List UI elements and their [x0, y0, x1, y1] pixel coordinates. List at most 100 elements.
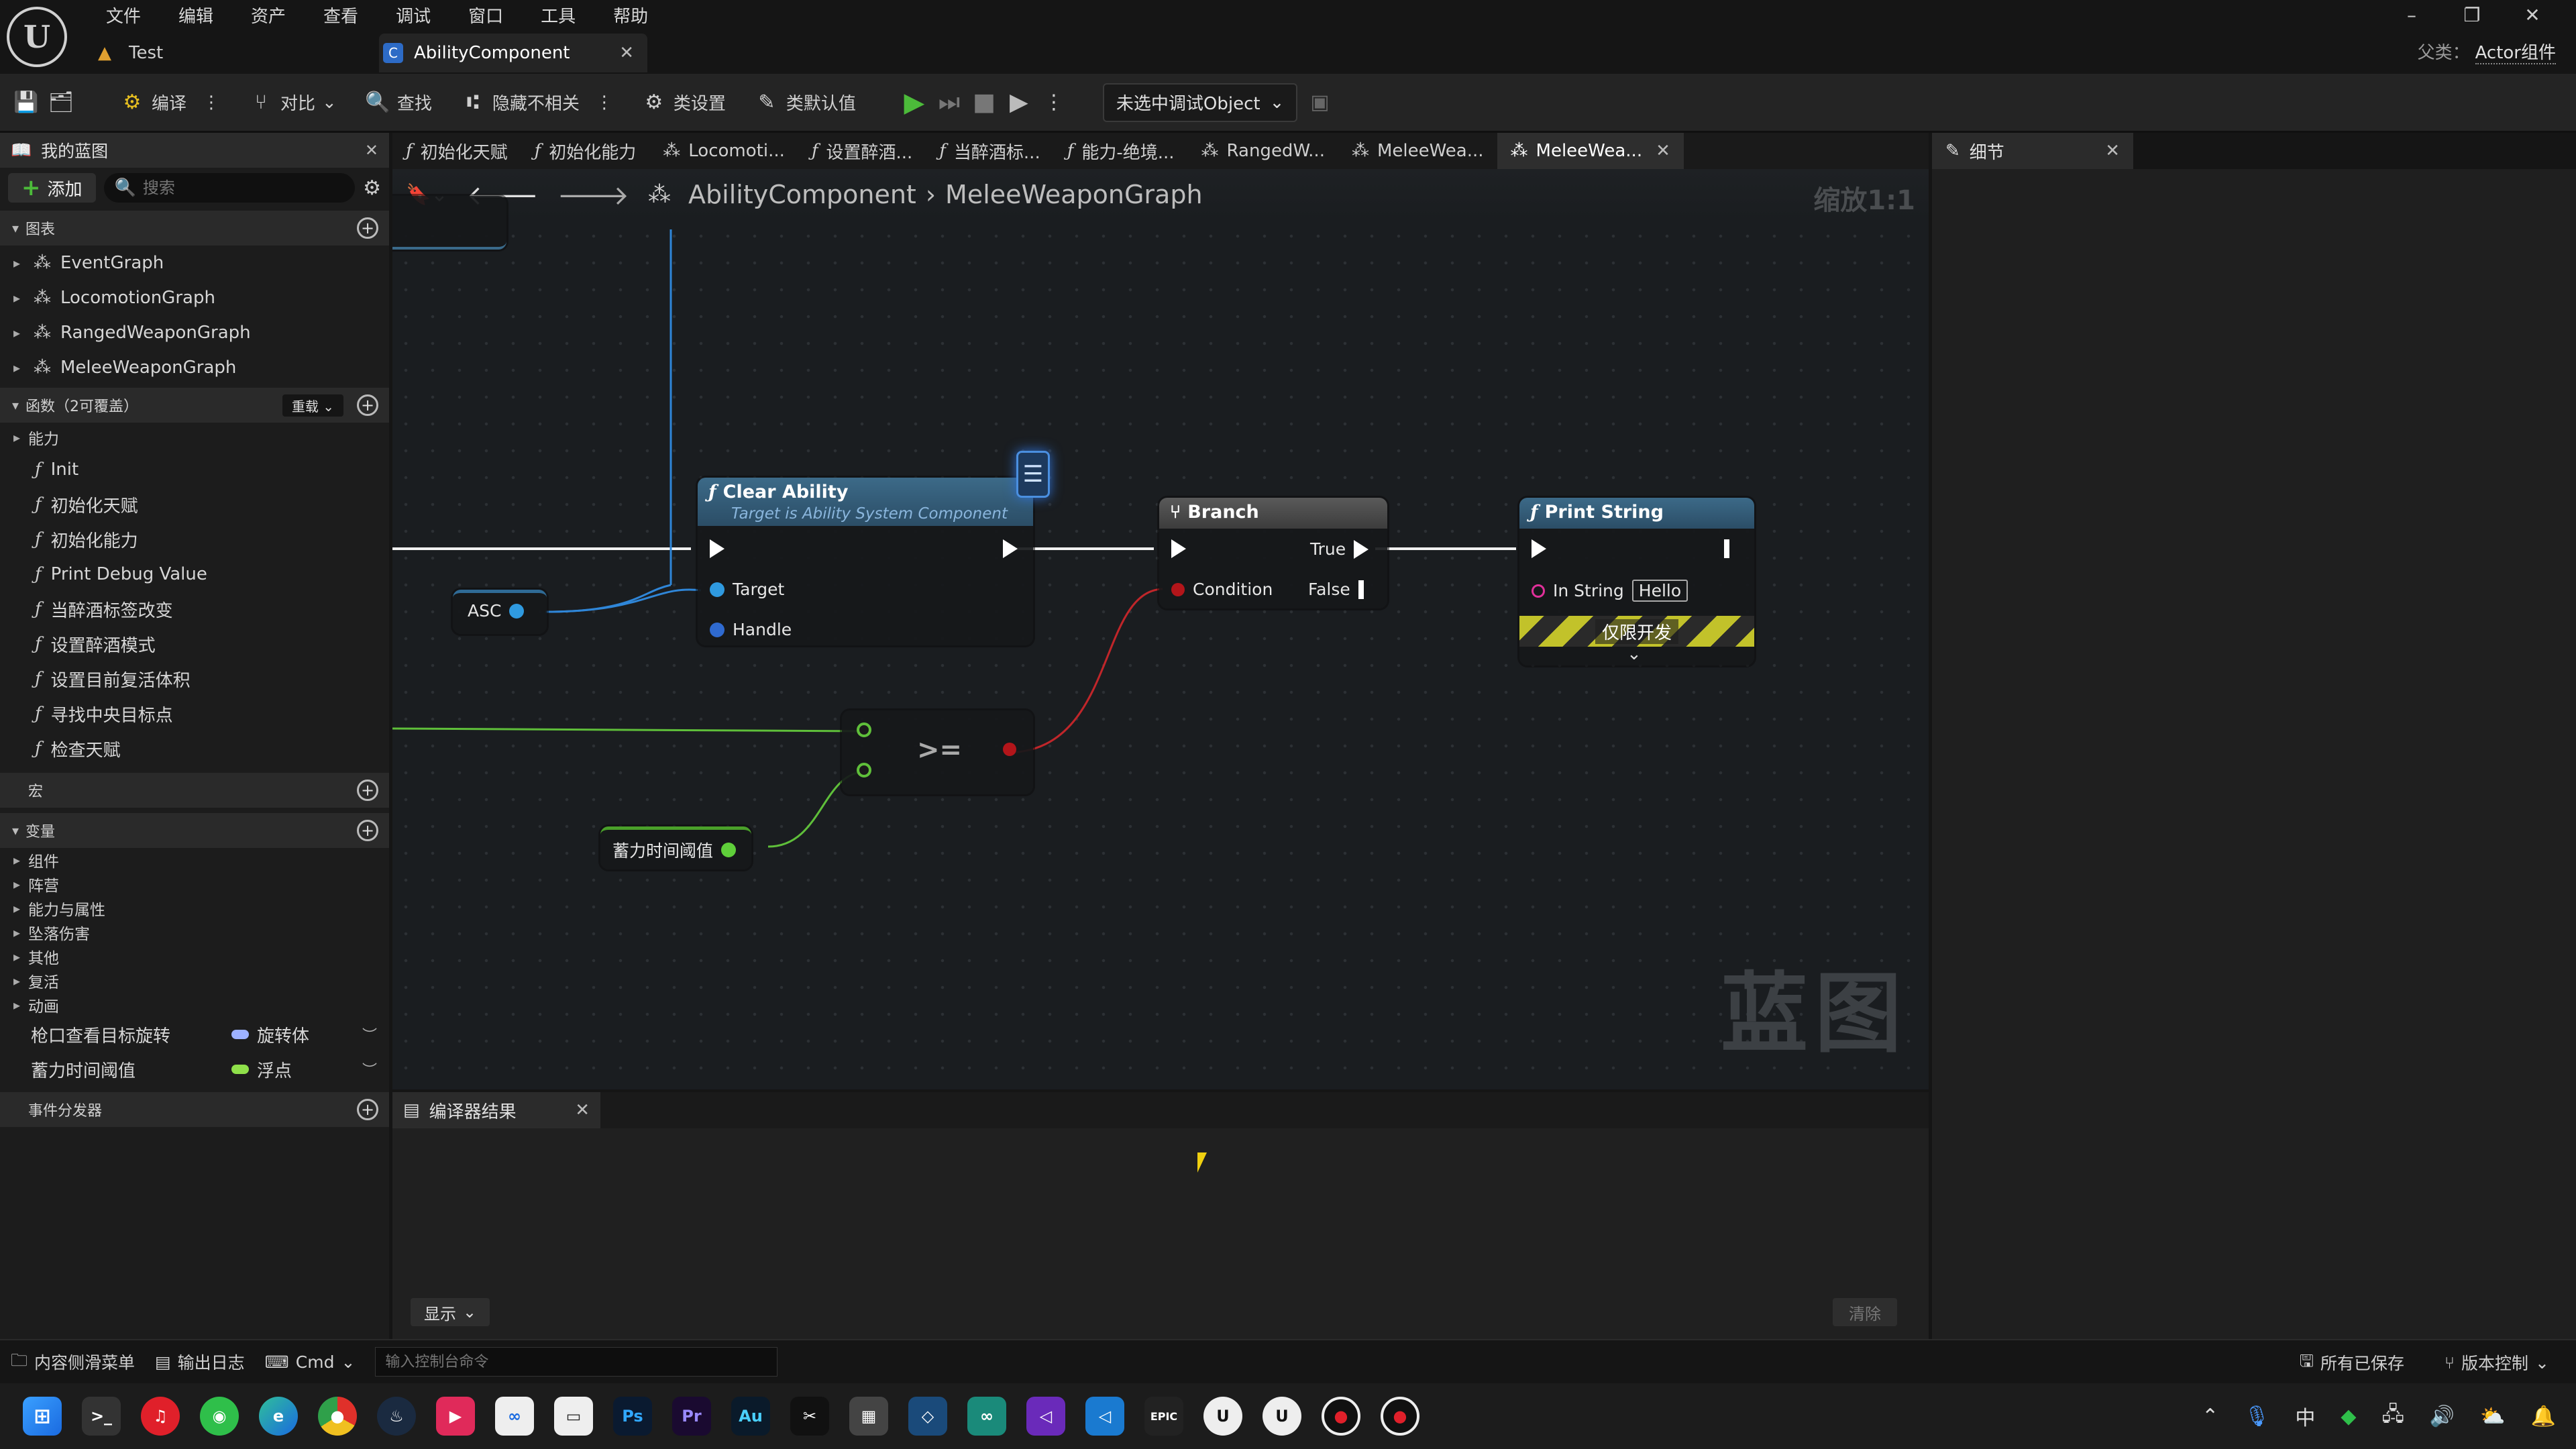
add-function-icon[interactable]: + [357, 394, 378, 416]
search-box[interactable]: 🔍 [103, 173, 356, 203]
variable-item[interactable]: 枪口查看目标旋转 旋转体 ︶ [0, 1017, 389, 1052]
eye-closed-icon[interactable]: ︶ [362, 1059, 377, 1080]
graph-tab[interactable]: ƒ 能力-绝境... [1054, 133, 1188, 169]
all-saved-button[interactable]: 🖫 所有已保存 [2300, 1348, 2404, 1377]
stop-icon[interactable]: ■ [971, 89, 997, 116]
forward-arrow-icon[interactable]: 🡒 [557, 178, 629, 211]
notification-icon[interactable]: 🔔 [2531, 1405, 2556, 1428]
terminal-icon[interactable]: >_ [82, 1397, 121, 1436]
chrome-icon[interactable]: ● [318, 1397, 357, 1436]
audition-icon[interactable]: Au [731, 1397, 770, 1436]
float-pin[interactable] [721, 843, 737, 857]
function-item[interactable]: ƒ 当醉酒标签改变 [0, 592, 389, 627]
steam-icon[interactable]: ♨ [377, 1397, 416, 1436]
class-settings-button[interactable]: ⚙ 类设置 [632, 83, 735, 123]
visual-studio-icon[interactable]: ◁ [1026, 1397, 1065, 1436]
graph-item-melee-weapon[interactable]: ▸ ⁂ MeleeWeaponGraph [0, 350, 389, 385]
graphs-section-header[interactable]: ▾ 图表 + [0, 211, 389, 246]
bool-out-pin[interactable] [1003, 743, 1016, 756]
graph-item-eventgraph[interactable]: ▸ ⁂ EventGraph [0, 246, 389, 280]
meta-icon[interactable]: ∞ [495, 1397, 534, 1436]
content-drawer-button[interactable]: 🗀 内容侧滑菜单 [11, 1348, 135, 1377]
app-blue-icon[interactable]: ◇ [908, 1397, 947, 1436]
function-item[interactable]: ƒ 设置醉酒模式 [0, 627, 389, 661]
variable-category[interactable]: ▸ 动画 [0, 993, 389, 1017]
greater-equal-node[interactable]: >= [842, 710, 1033, 794]
function-item[interactable]: ƒ Init [0, 452, 389, 487]
variable-category[interactable]: ▸ 其他 [0, 945, 389, 969]
menu-asset[interactable]: 资产 [232, 1, 305, 32]
minimize-icon[interactable]: – [2381, 0, 2442, 31]
tray-app-icon[interactable]: ◆ [2341, 1405, 2356, 1428]
hide-unrelated-button[interactable]: ⑆ 隐藏不相关 ⋮ [451, 83, 623, 123]
close-icon[interactable]: ✕ [1656, 141, 1670, 161]
weather-icon[interactable]: ⛅ [2480, 1405, 2505, 1428]
photoshop-icon[interactable]: Ps [613, 1397, 652, 1436]
unreal-engine-icon[interactable]: U [1203, 1397, 1242, 1436]
restore-icon[interactable]: ❐ [2442, 0, 2502, 31]
offscreen-node[interactable] [392, 196, 506, 250]
menu-edit[interactable]: 编辑 [160, 1, 232, 32]
output-log-button[interactable]: ▤ 输出日志 [155, 1350, 245, 1374]
true-exec-pin[interactable] [1354, 539, 1369, 559]
target-pin[interactable] [710, 582, 724, 597]
variable-category[interactable]: ▸ 坠落伤害 [0, 920, 389, 945]
console-command-input[interactable] [375, 1347, 778, 1377]
tray-chevron-up-icon[interactable]: ⌃ [2202, 1405, 2218, 1428]
function-item[interactable]: ƒ 初始化天赋 [0, 487, 389, 522]
exec-out-pin[interactable] [1724, 539, 1729, 558]
close-icon[interactable]: ✕ [365, 141, 378, 160]
debug-filter-icon[interactable]: ▣ [1307, 90, 1332, 115]
exec-in-pin[interactable] [1532, 539, 1546, 558]
parent-class-value[interactable]: Actor组件 [2475, 43, 2556, 64]
eye-closed-icon[interactable]: ︶ [362, 1024, 377, 1045]
app-box-icon[interactable]: ▭ [554, 1397, 593, 1436]
menu-tools[interactable]: 工具 [522, 1, 594, 32]
play-options-icon[interactable]: ▶ [1006, 89, 1032, 116]
in-string-pin[interactable] [1532, 584, 1545, 598]
variable-type[interactable]: 浮点 [231, 1057, 292, 1082]
compiler-results-tab[interactable]: ▤ 编译器结果 ✕ [392, 1092, 600, 1128]
unreal-engine-2-icon[interactable]: U [1263, 1397, 1301, 1436]
menu-view[interactable]: 查看 [305, 1, 377, 32]
step-icon[interactable]: ⏭ [936, 89, 962, 116]
record-active-icon[interactable]: ● [1381, 1397, 1419, 1436]
functions-section-header[interactable]: ▾ 函数（2可覆盖） 重载 ⌄ + [0, 388, 389, 423]
macros-section-header[interactable]: 宏 + [0, 773, 389, 808]
save-icon[interactable]: 💾 [13, 90, 39, 115]
edge-icon[interactable]: e [259, 1397, 298, 1436]
details-tab[interactable]: ✎ 细节 ✕ [1932, 133, 2133, 169]
close-icon[interactable]: ✕ [619, 43, 634, 63]
graph-tab[interactable]: ƒ 当醉酒标... [926, 133, 1053, 169]
float-in-pin-b[interactable] [857, 763, 871, 777]
more-icon[interactable]: ⋮ [203, 93, 220, 113]
windows-start-icon[interactable]: ⊞ [23, 1397, 62, 1436]
diff-button[interactable]: ⑂ 对比 ⌄ [239, 83, 346, 123]
more-icon[interactable]: ⋮ [1041, 90, 1067, 115]
float-in-pin-a[interactable] [857, 722, 871, 737]
calculator-icon[interactable]: ▦ [849, 1397, 888, 1436]
graph-tab[interactable]: ƒ 设置醉酒... [798, 133, 926, 169]
false-exec-pin[interactable] [1358, 580, 1364, 599]
condition-pin[interactable] [1171, 582, 1185, 596]
close-icon[interactable]: ✕ [575, 1100, 590, 1120]
exec-in-pin[interactable] [1171, 539, 1186, 558]
threshold-getter-node[interactable]: 蓄力时间阈值 [600, 826, 751, 869]
app-green-icon[interactable]: ∞ [967, 1397, 1006, 1436]
source-control-button[interactable]: ⑂ 版本控制 ⌄ [2445, 1350, 2549, 1375]
menu-help[interactable]: 帮助 [594, 1, 667, 32]
variable-category[interactable]: ▸ 能力与属性 [0, 896, 389, 920]
app-red-icon[interactable]: ▶ [436, 1397, 475, 1436]
ime-indicator[interactable]: 中 [2295, 1401, 2315, 1431]
menu-debug[interactable]: 调试 [377, 1, 449, 32]
debug-object-dropdown[interactable]: 未选中调试Object ⌄ [1102, 83, 1298, 122]
more-icon[interactable]: ⋮ [596, 93, 613, 113]
expand-chevron-icon[interactable]: ⌄ [1627, 644, 1642, 664]
menu-window[interactable]: 窗口 [449, 1, 522, 32]
dispatchers-section-header[interactable]: 事件分发器 + [0, 1092, 389, 1127]
play-icon[interactable]: ▶ [902, 87, 927, 118]
print-string-node[interactable]: ƒ Print String In String Hello 仅限开发 ⌄ [1519, 498, 1754, 665]
graph-tab[interactable]: ⁂ MeleeWea... [1338, 133, 1497, 169]
variable-category[interactable]: ▸ 组件 [0, 848, 389, 872]
cmd-dropdown[interactable]: ⌨ Cmd ⌄ [265, 1352, 356, 1372]
